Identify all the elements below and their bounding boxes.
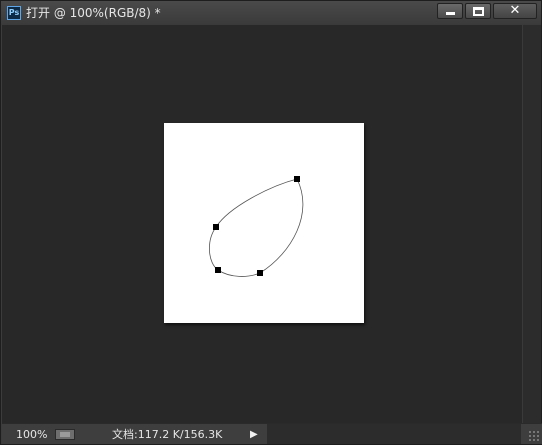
- document-info: 文档:117.2 K/156.3K: [112, 428, 223, 441]
- zoom-level[interactable]: 100%: [16, 428, 47, 441]
- vertical-scrollbar[interactable]: [522, 25, 541, 423]
- maximize-icon: [472, 6, 484, 16]
- anchor-point[interactable]: [257, 270, 263, 276]
- document-title: 打开 @ 100%(RGB/8) *: [26, 6, 161, 20]
- title-bar[interactable]: Ps 打开 @ 100%(RGB/8) * ✕: [1, 1, 541, 25]
- document-window: Ps 打开 @ 100%(RGB/8) * ✕ 100% 文档:117.2 K/…: [0, 0, 542, 445]
- resize-grip-icon[interactable]: [528, 430, 540, 442]
- preview-toggle-icon[interactable]: [55, 429, 75, 440]
- window-controls: ✕: [437, 3, 537, 19]
- anchor-point[interactable]: [215, 267, 221, 273]
- status-bar: 100% 文档:117.2 K/156.3K ▶: [2, 423, 542, 444]
- horizontal-scrollbar[interactable]: [267, 424, 521, 444]
- status-menu-arrow-icon[interactable]: ▶: [250, 428, 258, 441]
- maximize-button[interactable]: [465, 3, 491, 19]
- minimize-button[interactable]: [437, 3, 463, 19]
- canvas-workspace[interactable]: [2, 25, 522, 423]
- document-canvas[interactable]: [164, 123, 364, 323]
- photoshop-icon: Ps: [7, 6, 21, 20]
- bezier-path[interactable]: [209, 178, 304, 277]
- pen-path-drawing[interactable]: [164, 123, 364, 323]
- anchor-point[interactable]: [294, 176, 300, 182]
- anchor-point[interactable]: [213, 224, 219, 230]
- close-icon: ✕: [509, 3, 521, 18]
- close-button[interactable]: ✕: [493, 3, 537, 19]
- minimize-icon: [445, 12, 455, 15]
